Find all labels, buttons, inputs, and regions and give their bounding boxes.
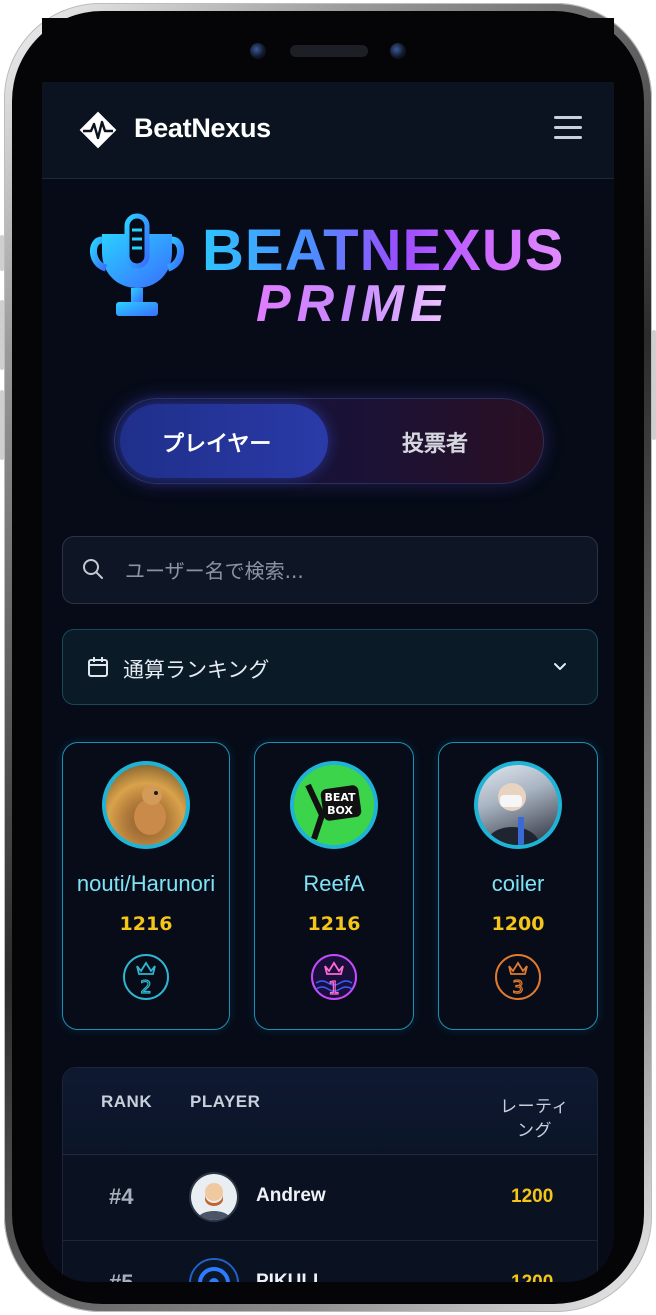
- row-rating: 1200: [511, 1272, 553, 1282]
- row-player-name: PIKULI: [256, 1271, 319, 1282]
- period-select-value: 通算ランキング: [123, 658, 270, 682]
- hero-title-line1: BEATNEXUS: [202, 218, 565, 283]
- table-header: RANK PLAYER レーティ ング: [63, 1068, 597, 1155]
- rank-number: 3: [512, 977, 523, 998]
- row-player-name: Andrew: [256, 1185, 326, 1206]
- crown-rank-badge-icon: 1: [311, 954, 357, 1000]
- squirrel-photo: [134, 785, 166, 835]
- leaderboard-table: RANK PLAYER レーティ ング #4 Andrew 1200 #5: [62, 1067, 598, 1282]
- crown-rank-badge-icon: 2: [123, 954, 169, 1000]
- phone-side-button: [0, 235, 4, 271]
- top-nav: BeatNexus: [42, 82, 614, 179]
- table-row[interactable]: #5 PIKULI 1200: [63, 1240, 597, 1282]
- crown-rank-badge-icon: 3: [495, 954, 541, 1000]
- brand-name[interactable]: BeatNexus: [134, 113, 271, 144]
- calendar-icon: [88, 657, 108, 677]
- person-photo: [486, 783, 540, 845]
- trophy-mic-icon: [90, 213, 184, 316]
- search-box: [62, 536, 598, 605]
- top-player-card-1[interactable]: BEAT BOX ReefA 1216 1: [254, 742, 414, 1030]
- col-rating-line1: レーティ: [500, 1097, 569, 1117]
- top-player-name: nouti/Harunori: [76, 871, 216, 896]
- top-player-card-3[interactable]: coiler 1200 3: [438, 742, 598, 1030]
- top-player-name: ReefA: [303, 871, 365, 896]
- front-camera-right: [390, 43, 406, 59]
- phone-power-button: [652, 330, 656, 440]
- col-rank: RANK: [101, 1092, 153, 1111]
- logo-icon[interactable]: [78, 110, 118, 150]
- chevron-down-icon: [554, 663, 566, 670]
- col-rating-line2: ング: [517, 1121, 552, 1141]
- rank-number: 1: [328, 978, 339, 999]
- avatar: BEAT BOX: [290, 761, 378, 849]
- earpiece-speaker: [290, 45, 368, 57]
- search-input[interactable]: [123, 537, 587, 605]
- avatar: [189, 1172, 239, 1222]
- avatar: [102, 761, 190, 849]
- row-rank: #5: [109, 1270, 133, 1282]
- top-player-rating: 1200: [491, 913, 545, 935]
- role-toggle: プレイヤー 投票者: [114, 398, 544, 484]
- rank-number: 2: [140, 977, 151, 998]
- period-select[interactable]: 通算ランキング: [62, 629, 598, 705]
- blue-logo-avatar: [191, 1260, 237, 1282]
- row-rating: 1200: [511, 1186, 554, 1207]
- hero-title-line2: PRIME: [256, 275, 451, 333]
- col-player: PLAYER: [190, 1092, 261, 1111]
- svg-text:BEAT: BEAT: [324, 791, 356, 804]
- top-player-card-2[interactable]: nouti/Harunori 1216 2: [62, 742, 230, 1030]
- bearded-man-avatar: [191, 1174, 237, 1220]
- beatbox-logo-image: BEAT BOX: [294, 765, 374, 845]
- phone-volume-up: [0, 300, 4, 370]
- avatar: [189, 1258, 239, 1282]
- tab-voters[interactable]: 投票者: [402, 426, 468, 458]
- tab-players-label[interactable]: プレイヤー: [162, 426, 271, 458]
- menu-icon[interactable]: [554, 116, 582, 140]
- top-player-name: coiler: [491, 871, 545, 896]
- row-rank: #4: [109, 1184, 134, 1209]
- front-camera-left: [250, 43, 266, 59]
- table-row[interactable]: #4 Andrew 1200: [63, 1154, 597, 1241]
- svg-text:BOX: BOX: [327, 804, 353, 817]
- top-player-rating: 1216: [307, 913, 361, 935]
- avatar: [474, 761, 562, 849]
- top-player-rating: 1216: [119, 913, 173, 935]
- search-icon: [83, 559, 103, 579]
- phone-volume-down: [0, 390, 4, 460]
- app-screen: BeatNexus BEATNEXUS PRIME プレイヤー 投票者 ユーザー…: [42, 82, 614, 1282]
